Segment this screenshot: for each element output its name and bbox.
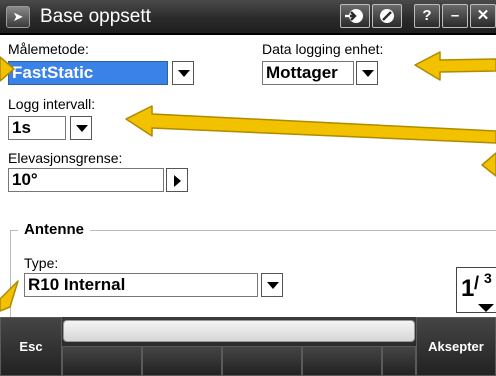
app-run-icon[interactable]: ➤	[6, 6, 30, 28]
stop-icon[interactable]	[372, 4, 402, 28]
softkey-2[interactable]	[142, 346, 222, 376]
softkey-bar: Esc Aksepter	[0, 317, 496, 376]
minimize-icon[interactable]: –	[442, 4, 468, 28]
arrow-data-logging-icon	[414, 51, 496, 81]
arrow-antenne-icon	[0, 280, 19, 312]
softkey-5[interactable]	[382, 346, 416, 376]
softkey-4[interactable]	[302, 346, 382, 376]
close-icon[interactable]: ✕	[470, 4, 496, 28]
forward-icon[interactable]	[340, 4, 370, 28]
window-title: Base oppsett	[40, 6, 151, 27]
form-area: Målemetode: FastStatic Data logging enhe…	[0, 35, 496, 320]
status-bar	[63, 320, 415, 342]
softkey-3[interactable]	[222, 346, 302, 376]
title-bar: ➤ Base oppsett ? – ✕	[0, 0, 496, 34]
esc-button[interactable]: Esc	[0, 317, 62, 376]
annotation-arrows	[0, 51, 496, 312]
arrow-malemetode-icon	[0, 56, 15, 82]
arrow-right-edge-icon	[481, 152, 496, 177]
aksepter-button[interactable]: Aksepter	[416, 317, 496, 376]
softkey-1[interactable]	[62, 346, 142, 376]
help-icon[interactable]: ?	[414, 4, 440, 28]
arrow-logg-intervall-icon	[125, 105, 496, 144]
